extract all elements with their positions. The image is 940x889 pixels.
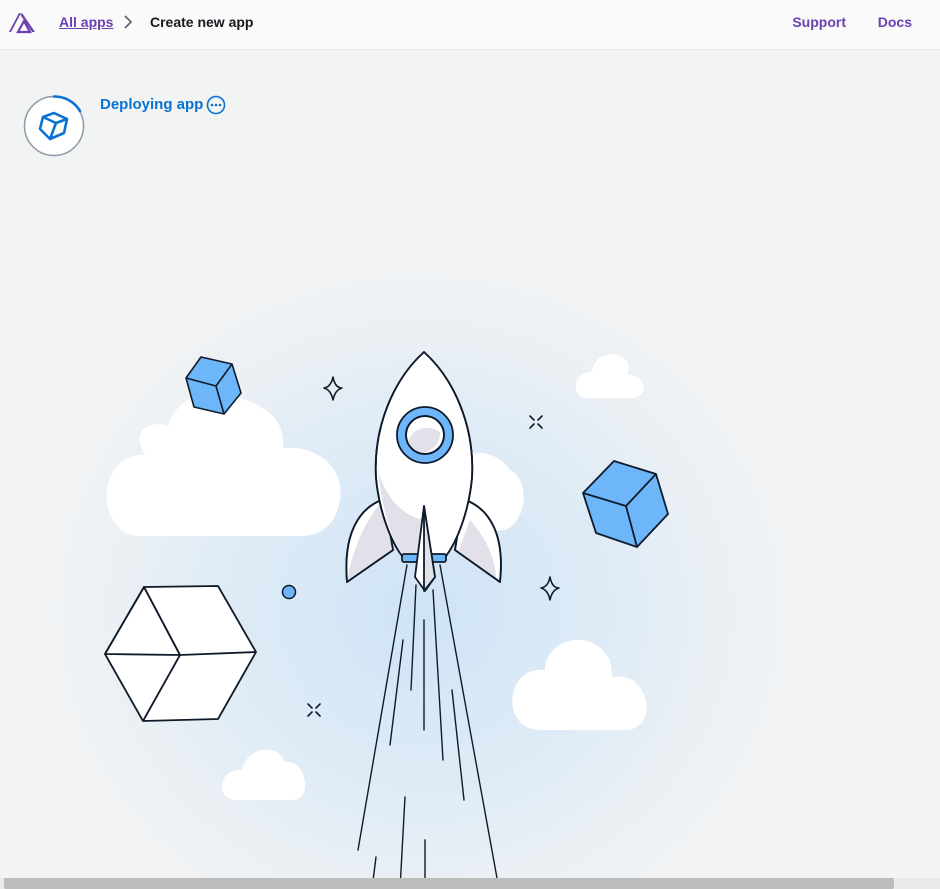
cloud-lower-right — [512, 639, 647, 730]
rocket-launch-illustration — [104, 351, 669, 889]
twinkle-x-icon — [529, 415, 543, 429]
rocket-exhaust-trails — [357, 564, 500, 889]
cube-medium-blue — [582, 460, 669, 548]
sparkle-icon — [540, 576, 560, 601]
cube-large-white — [104, 585, 257, 722]
sparkle-icon — [323, 376, 343, 401]
dot-icon — [281, 584, 297, 600]
horizontal-scrollbar-thumb[interactable] — [4, 878, 894, 889]
cloud-small-top-right — [575, 354, 644, 398]
cloud-bottom-left — [221, 749, 306, 800]
twinkle-x-icon — [307, 703, 321, 717]
